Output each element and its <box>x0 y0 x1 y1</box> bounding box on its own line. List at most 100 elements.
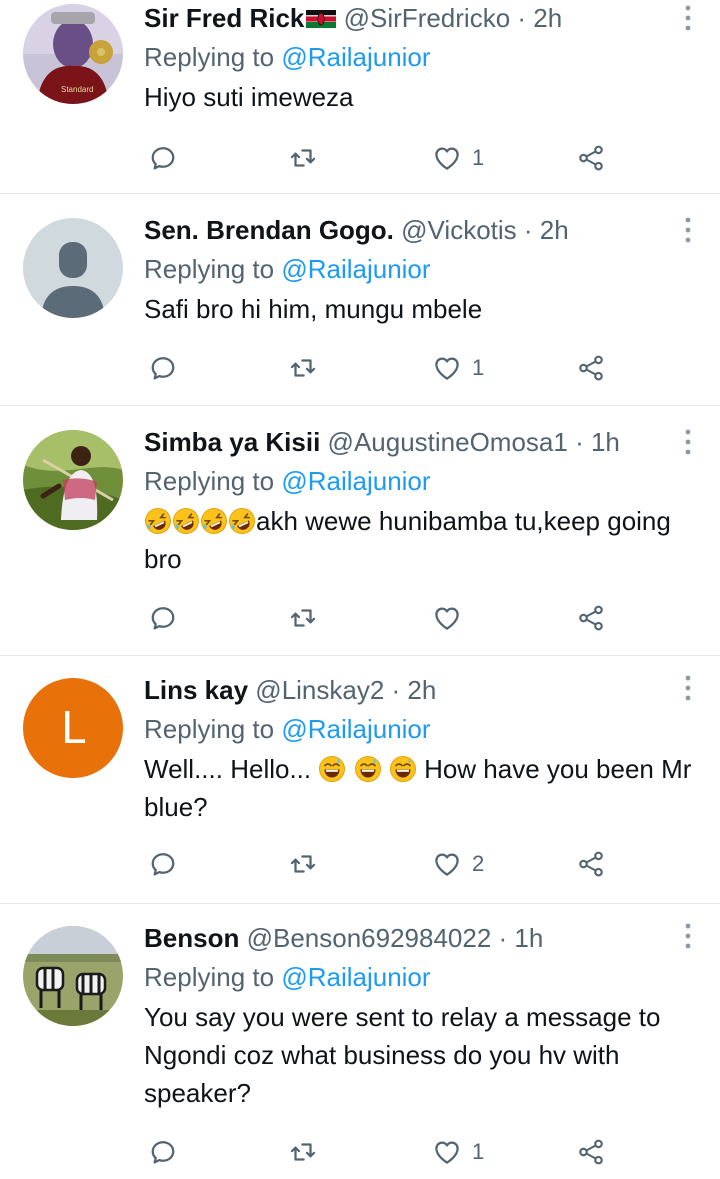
tweet-header: Sen. Brendan Gogo. @Vickotis · 2h <box>144 212 704 248</box>
replying-to: Replying to @Railajunior <box>144 960 704 994</box>
like-count: 1 <box>472 355 485 380</box>
tweet-header: Lins kay @Linskay2 · 2h <box>144 672 704 708</box>
avatar[interactable] <box>23 218 123 318</box>
share-button[interactable] <box>576 138 606 178</box>
tweet-content: Simba ya Kisii @AugustineOmosa1 · 1h Rep… <box>144 424 704 578</box>
display-name[interactable]: Sir Fred Rick <box>144 3 304 33</box>
retweet-icon <box>288 849 318 879</box>
like-icon <box>432 603 462 633</box>
replying-to-link[interactable]: @Railajunior <box>281 962 430 992</box>
retweet-button[interactable] <box>288 844 318 884</box>
tweet-content: Sen. Brendan Gogo. @Vickotis · 2h Replyi… <box>144 212 704 328</box>
retweet-button[interactable] <box>288 598 318 638</box>
avatar-photo-icon <box>23 926 123 1026</box>
like-icon <box>432 849 462 879</box>
replying-to: Replying to @Railajunior <box>144 712 704 746</box>
timestamp[interactable]: · 2h <box>524 215 569 245</box>
tweet-content: Lins kay @Linskay2 · 2h Replying to @Rai… <box>144 672 704 826</box>
share-button[interactable] <box>576 348 606 388</box>
share-button[interactable] <box>576 844 606 884</box>
timestamp[interactable]: · 2h <box>392 675 437 705</box>
tweet-text: akh wewe hunibamba tu,keep going bro <box>144 502 704 578</box>
share-icon <box>576 353 606 383</box>
user-handle[interactable]: @Vickotis <box>401 215 517 245</box>
tweet[interactable]: L Lins kay @Linskay2 · 2h Replying to @R… <box>0 656 720 904</box>
tweet-actions: 1 <box>144 348 720 388</box>
replying-to: Replying to @Railajunior <box>144 40 704 74</box>
retweet-button[interactable] <box>288 1132 318 1172</box>
like-icon <box>432 143 462 173</box>
user-handle[interactable]: @AugustineOmosa1 <box>328 427 568 457</box>
share-button[interactable] <box>576 1132 606 1172</box>
reply-button[interactable] <box>148 138 178 178</box>
replying-prefix: Replying to <box>144 466 275 496</box>
avatar-photo-icon: Standard <box>23 4 123 104</box>
tweet-actions <box>144 598 720 638</box>
reply-button[interactable] <box>148 598 178 638</box>
user-handle[interactable]: @Linskay2 <box>255 675 384 705</box>
tweet-text: Hiyo suti imeweza <box>144 82 354 112</box>
display-name[interactable]: Simba ya Kisii <box>144 427 320 457</box>
replying-to-link[interactable]: @Railajunior <box>281 466 430 496</box>
retweet-button[interactable] <box>288 138 318 178</box>
tweet-actions: 1 <box>144 138 720 178</box>
like-button[interactable]: 2 <box>432 844 484 884</box>
user-handle[interactable]: @SirFredricko <box>344 3 511 33</box>
like-button[interactable] <box>432 598 472 638</box>
tweet-header: Benson @Benson692984022 · 1h <box>144 920 704 956</box>
more-icon[interactable] <box>684 4 692 32</box>
reply-button[interactable] <box>148 1132 178 1172</box>
timestamp[interactable]: · 1h <box>499 923 544 953</box>
avatar[interactable]: Standard <box>23 4 123 104</box>
tweet-content: Sir Fred Rick @SirFredricko · 2h Replyin… <box>144 0 704 116</box>
more-icon[interactable] <box>684 674 692 702</box>
avatar[interactable] <box>23 430 123 530</box>
like-count: 1 <box>472 145 485 170</box>
reply-icon <box>148 353 178 383</box>
tweet-text: You say you were sent to relay a message… <box>144 1002 661 1108</box>
avatar-photo-icon <box>23 430 123 530</box>
tweet[interactable]: Standard Sir Fred Rick @SirFredricko · 2… <box>0 0 720 194</box>
rolling-laughing-emoji <box>172 507 200 535</box>
timestamp[interactable]: · 2h <box>517 3 562 33</box>
retweet-icon <box>288 143 318 173</box>
user-handle[interactable]: @Benson692984022 <box>247 923 492 953</box>
more-icon[interactable] <box>684 922 692 950</box>
replying-prefix: Replying to <box>144 714 275 744</box>
rolling-laughing-emoji <box>228 507 256 535</box>
display-name[interactable]: Lins kay <box>144 675 248 705</box>
replying-to-link[interactable]: @Railajunior <box>281 42 430 72</box>
share-button[interactable] <box>576 598 606 638</box>
rolling-laughing-emoji <box>200 507 228 535</box>
timestamp[interactable]: · 1h <box>575 427 620 457</box>
avatar-letter: L <box>60 702 86 754</box>
share-icon <box>576 1137 606 1167</box>
retweet-icon <box>288 603 318 633</box>
tweet-header: Sir Fred Rick @SirFredricko · 2h <box>144 0 704 36</box>
reply-button[interactable] <box>148 844 178 884</box>
like-button[interactable]: 1 <box>432 1132 484 1172</box>
avatar[interactable]: L <box>23 678 123 778</box>
tweet[interactable]: Simba ya Kisii @AugustineOmosa1 · 1h Rep… <box>0 406 720 656</box>
like-button[interactable]: 1 <box>432 348 484 388</box>
tweet-actions: 1 <box>144 1132 720 1172</box>
retweet-button[interactable] <box>288 348 318 388</box>
tweet[interactable]: Benson @Benson692984022 · 1h Replying to… <box>0 904 720 1179</box>
replying-prefix: Replying to <box>144 254 275 284</box>
share-icon <box>576 603 606 633</box>
reply-icon <box>148 849 178 879</box>
like-button[interactable]: 1 <box>432 138 484 178</box>
replying-to-link[interactable]: @Railajunior <box>281 254 430 284</box>
more-icon[interactable] <box>684 428 692 456</box>
reply-button[interactable] <box>148 348 178 388</box>
avatar[interactable] <box>23 926 123 1026</box>
grinning-sweat-emoji <box>389 755 417 783</box>
display-name[interactable]: Benson <box>144 923 239 953</box>
display-name[interactable]: Sen. Brendan Gogo. <box>144 215 394 245</box>
tweet[interactable]: Sen. Brendan Gogo. @Vickotis · 2h Replyi… <box>0 194 720 406</box>
replying-to-link[interactable]: @Railajunior <box>281 714 430 744</box>
svg-text:Standard: Standard <box>61 85 93 94</box>
more-icon[interactable] <box>684 216 692 244</box>
tweet-text: Well.... Hello... How have you been Mr b… <box>144 750 704 826</box>
like-count: 1 <box>472 1139 485 1164</box>
